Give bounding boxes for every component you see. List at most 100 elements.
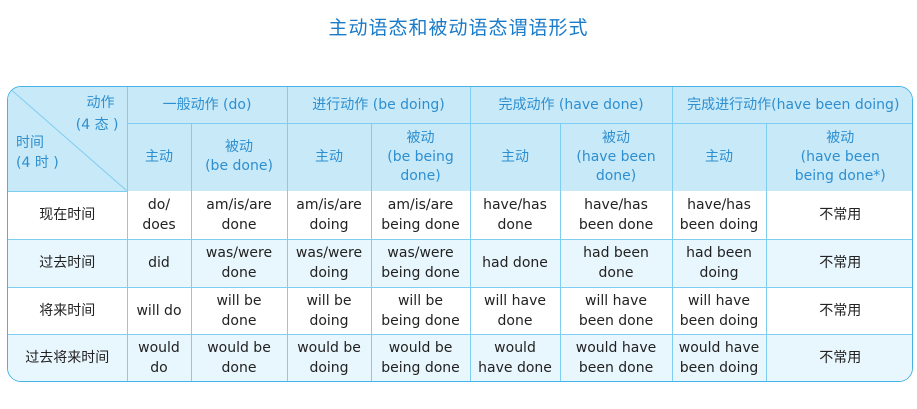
table-cell: 不常用 — [765, 333, 912, 381]
cell-line: am/is/are — [387, 196, 454, 213]
table-cell: will have done — [469, 286, 561, 335]
cell-line: 不常用 — [819, 350, 862, 367]
cell-line: will be — [397, 292, 444, 309]
cell-line: been done — [578, 216, 654, 233]
subheader-line: done) — [400, 167, 441, 184]
table-cell: will be doing — [286, 286, 372, 335]
subheader-simple-active: 主动 — [127, 122, 192, 191]
table-cell: would have done — [469, 333, 561, 381]
subheader-perfect-passive: 被动 (have been done) — [559, 122, 673, 191]
cell-line: being done — [381, 312, 460, 329]
table-cell: do/does — [126, 191, 192, 240]
cell-line: done — [221, 312, 257, 329]
subheader-line: (have been — [576, 148, 656, 165]
cell-line: do — [150, 360, 168, 377]
table-cell: have/has done — [469, 191, 561, 240]
cell-line: will have — [585, 292, 647, 309]
corner-action-label: 动作 — [86, 95, 115, 111]
cell-line: would be — [297, 340, 361, 357]
subheader-line: 被动 — [826, 129, 855, 146]
table-cell: had been done — [559, 238, 673, 288]
table-cell: would have been doing — [671, 333, 767, 381]
subheader-line: 主动 — [315, 148, 344, 165]
subheader-perfect-progressive-active: 主动 — [671, 122, 767, 191]
cell-line: being done — [381, 216, 460, 233]
cell-line: would be — [207, 340, 271, 357]
cell-line: will have — [484, 292, 546, 309]
subheader-line: (have been — [800, 148, 880, 165]
table-row: 将来时间 will do will be done will be doing will b… — [8, 286, 912, 335]
table-cell: have/has been done — [559, 191, 673, 240]
cell-line: had been — [583, 245, 649, 261]
cell-line: will be — [216, 292, 262, 309]
subheader-line: 主动 — [145, 148, 173, 165]
row-time-label: 将来时间 — [8, 286, 128, 335]
cell-line: 不常用 — [819, 302, 862, 319]
table-cell: 不常用 — [765, 191, 912, 240]
cell-line: been done — [578, 312, 654, 329]
cell-line: will do — [136, 302, 182, 319]
cell-line: would have — [575, 340, 657, 357]
table-cell: will be done — [190, 286, 288, 335]
table-row: 现在时间 do/does am/is/are done am/is/are doing am… — [8, 191, 912, 240]
cell-line: would have — [678, 340, 760, 357]
row-time-label: 过去时间 — [8, 238, 128, 288]
subheader-line: 被动 — [602, 129, 631, 146]
subheader-line: 被动 — [225, 139, 253, 156]
corner-time-count: (4 时 ) — [16, 155, 59, 171]
subheader-progressive-passive: 被动 (be being done) — [370, 122, 471, 191]
subheader-perfect-progressive-passive: 被动 (have been being done*) — [765, 122, 912, 191]
cell-line: been doing — [679, 312, 759, 329]
table-cell: 不常用 — [765, 286, 912, 335]
cell-line: done — [221, 265, 257, 281]
table-cell: was/were doing — [286, 238, 372, 288]
subheader-line: 被动 — [406, 129, 435, 146]
cell-line: do/ — [147, 196, 171, 213]
row-time-label: 过去将来时间 — [8, 333, 128, 381]
cell-line: been doing — [679, 360, 759, 377]
cell-line: done — [497, 312, 533, 329]
table-cell: would be done — [190, 333, 288, 381]
subheader-line: 主动 — [501, 148, 530, 165]
subheader-perfect-active: 主动 — [469, 122, 561, 191]
cell-line: would be — [388, 340, 453, 357]
subheader-simple-passive: 被动 (be done) — [190, 122, 288, 191]
cell-line: done — [221, 216, 257, 233]
cell-line: did — [148, 255, 170, 271]
cell-line: doing — [309, 265, 349, 281]
subheader-line: done) — [595, 167, 637, 184]
cell-line: will have — [688, 292, 750, 309]
cell-line: been doing — [679, 216, 759, 233]
group-header-perfect: 完成动作 (have done) — [469, 87, 673, 124]
corner-state-count: (4 态 ) — [75, 117, 119, 133]
subheader-line: being done*) — [794, 167, 886, 184]
cell-line: does — [142, 216, 176, 233]
cell-line: had been — [686, 245, 752, 261]
cell-line: have/has — [483, 196, 547, 213]
corner-time-label: 时间 — [16, 135, 44, 151]
cell-line: have/has — [687, 196, 751, 213]
table-cell: had been doing — [671, 238, 767, 288]
cell-line: was/were — [295, 245, 363, 261]
cell-line: being done — [381, 265, 460, 281]
cell-line: am/is/are — [296, 196, 362, 213]
table-cell: was/were done — [190, 238, 288, 288]
table-cell: will do — [126, 286, 192, 335]
group-header-simple: 一般动作 (do) — [126, 87, 288, 124]
table-cell: will have been doing — [671, 286, 767, 335]
table-cell: will have been done — [559, 286, 673, 335]
page-title: 主动语态和被动语态谓语形式 — [328, 17, 589, 39]
cell-line: would — [138, 340, 180, 357]
cell-line: have/has — [584, 196, 648, 213]
cell-line: done — [598, 265, 634, 281]
cell-line: was/were — [387, 245, 454, 261]
subheader-progressive-active: 主动 — [286, 122, 372, 191]
table-cell: am/is/are doing — [286, 191, 372, 240]
cell-line: doing — [309, 216, 349, 233]
table-cell: would do — [126, 333, 192, 381]
corner-header-cell: 动作 (4 态 ) 时间 (4 时 ) — [8, 87, 128, 192]
cell-line: have done — [478, 360, 552, 377]
group-header-perfect-progressive: 完成进行动作(have been doing) — [671, 87, 912, 124]
table-cell: would have been done — [559, 333, 673, 381]
subheader-line: (be done) — [205, 158, 273, 175]
